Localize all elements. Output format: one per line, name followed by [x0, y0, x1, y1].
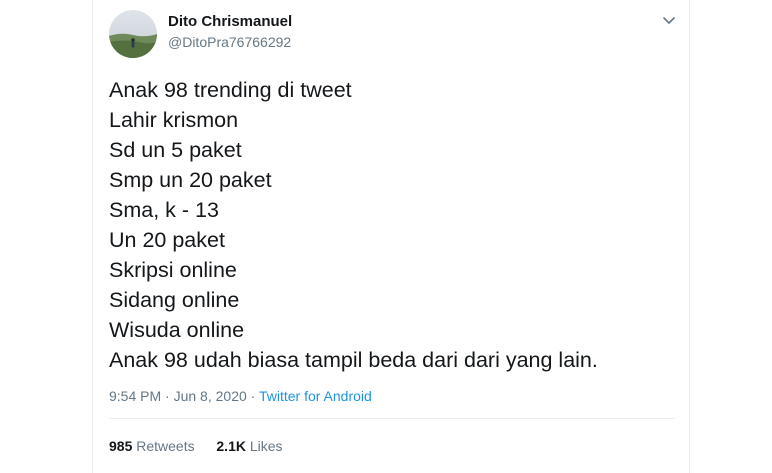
tweet-stats: 985 Retweets 2.1K Likes: [109, 438, 283, 454]
tweet-meta: 9:54 PM · Jun 8, 2020 · Twitter for Andr…: [109, 388, 372, 404]
author-handle[interactable]: @DitoPra76766292: [168, 34, 291, 50]
tweet-date[interactable]: Jun 8, 2020: [174, 388, 247, 404]
tweet-line: Un 20 paket: [109, 228, 225, 252]
tweet-source-link[interactable]: Twitter for Android: [259, 388, 372, 404]
retweets-count: 985: [109, 438, 133, 454]
tweet-line: Anak 98 udah biasa tampil beda dari dari…: [109, 348, 598, 372]
tweet-line: Sma, k - 13: [109, 198, 219, 222]
tweet-line: Sd un 5 paket: [109, 138, 242, 162]
tweet-line: Smp un 20 paket: [109, 168, 272, 192]
likes-count: 2.1K: [216, 438, 246, 454]
divider: [109, 418, 675, 419]
author-name[interactable]: Dito Chrismanuel: [168, 13, 292, 30]
meta-separator: ·: [165, 388, 170, 404]
tweet-text: Anak 98 trending di tweet Lahir krismon …: [109, 75, 679, 375]
retweets-label: Retweets: [136, 438, 195, 454]
likes-label: Likes: [249, 438, 283, 454]
avatar-photo: [109, 10, 157, 58]
tweet-card: Dito Chrismanuel @DitoPra76766292 Anak 9…: [92, 0, 690, 473]
likes-stat[interactable]: 2.1K Likes: [216, 438, 282, 454]
avatar[interactable]: [109, 10, 157, 58]
tweet-line: Lahir krismon: [109, 108, 239, 132]
tweet-line: Sidang online: [109, 288, 240, 312]
tweet-time[interactable]: 9:54 PM: [109, 388, 161, 404]
chevron-down-icon[interactable]: [661, 12, 677, 28]
tweet-line: Wisuda online: [109, 318, 245, 342]
tweet-line: Skripsi online: [109, 258, 237, 282]
retweets-stat[interactable]: 985 Retweets: [109, 438, 199, 454]
page: Dito Chrismanuel @DitoPra76766292 Anak 9…: [0, 0, 772, 473]
tweet-line: Anak 98 trending di tweet: [109, 78, 352, 102]
